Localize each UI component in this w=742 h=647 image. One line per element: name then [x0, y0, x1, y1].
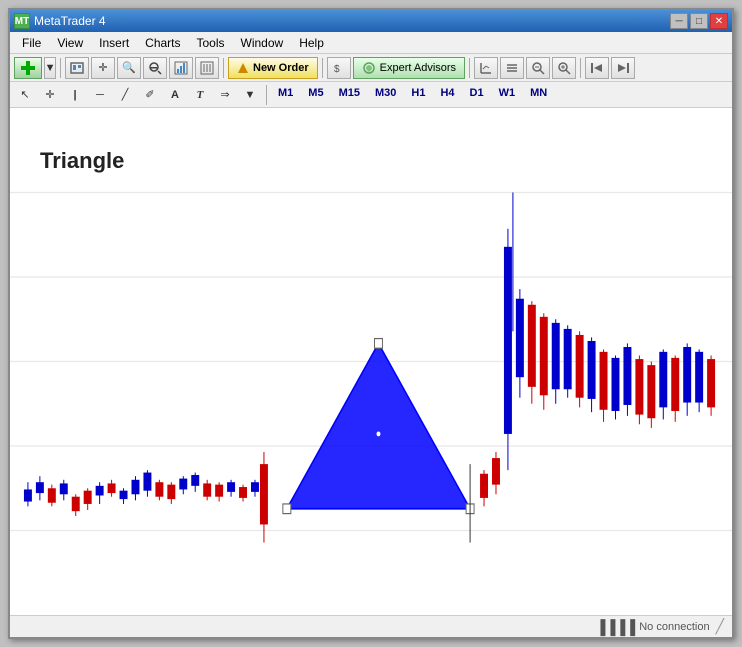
- menu-help[interactable]: Help: [291, 34, 332, 52]
- zoom-in-button[interactable]: 🔍: [117, 57, 141, 79]
- menu-tools[interactable]: Tools: [189, 34, 233, 52]
- close-button[interactable]: ✕: [710, 13, 728, 29]
- tf-m30[interactable]: M30: [369, 85, 402, 105]
- sep1: [60, 58, 61, 78]
- dropdown-tool[interactable]: ▼: [239, 85, 261, 105]
- connection-icon: ▐▐▐▐: [596, 619, 636, 635]
- profile-button[interactable]: [65, 57, 89, 79]
- sep4: [469, 58, 470, 78]
- toolbar-1: ▼ ✛ 🔍: [10, 54, 732, 82]
- cursor-tool[interactable]: ↖: [14, 85, 36, 105]
- tf-m5[interactable]: M5: [302, 85, 329, 105]
- new-order-button[interactable]: New Order: [228, 57, 318, 79]
- tf-m15[interactable]: M15: [333, 85, 366, 105]
- period-sep-button[interactable]: [195, 57, 219, 79]
- toolbar-2: ↖ ✛ | ─ ╱ ✐ A T ⇒ ▼ M1 M5 M15 M30 H1 H4 …: [10, 82, 732, 108]
- menu-view[interactable]: View: [49, 34, 91, 52]
- title-bar: MT MetaTrader 4 ─ □ ✕: [10, 10, 732, 32]
- scroll-right-button[interactable]: [611, 57, 635, 79]
- history-button[interactable]: [474, 57, 498, 79]
- minimize-button[interactable]: ─: [670, 13, 688, 29]
- new-chart-button[interactable]: [14, 57, 42, 79]
- tf-w1[interactable]: W1: [493, 85, 522, 105]
- tf-m1[interactable]: M1: [272, 85, 299, 105]
- handle-top[interactable]: [374, 339, 382, 349]
- connection-status: ▐▐▐▐ No connection: [596, 619, 710, 635]
- menu-file[interactable]: File: [14, 34, 49, 52]
- handle-bottom-left[interactable]: [283, 504, 291, 514]
- connection-text: No connection: [639, 621, 709, 633]
- triangle-polygon[interactable]: [287, 343, 470, 508]
- sep3: [322, 58, 323, 78]
- tf-mn[interactable]: MN: [524, 85, 553, 105]
- price-icon[interactable]: $: [327, 57, 351, 79]
- chart-container[interactable]: Triangle: [10, 108, 732, 615]
- horizontal-line-tool[interactable]: ─: [89, 85, 111, 105]
- svg-text:$: $: [334, 64, 340, 75]
- app-icon: MT: [14, 13, 30, 29]
- menu-charts[interactable]: Charts: [137, 34, 188, 52]
- resize-grip: ╱: [716, 618, 724, 635]
- expert-advisors-button[interactable]: Expert Advisors: [353, 57, 465, 79]
- chart-properties-button[interactable]: [169, 57, 193, 79]
- sep5: [580, 58, 581, 78]
- arrow-tool[interactable]: ⇒: [214, 85, 236, 105]
- menu-window[interactable]: Window: [233, 34, 292, 52]
- title-buttons: ─ □ ✕: [670, 13, 728, 29]
- text-label-tool[interactable]: T: [189, 85, 211, 105]
- tf-h1[interactable]: H1: [405, 85, 431, 105]
- crosshair-button[interactable]: ✛: [91, 57, 115, 79]
- tf-h4[interactable]: H4: [434, 85, 460, 105]
- zoom-reset-button[interactable]: [526, 57, 550, 79]
- sep2: [223, 58, 224, 78]
- text-tool[interactable]: A: [164, 85, 186, 105]
- trendline-tool[interactable]: ╱: [114, 85, 136, 105]
- scroll-left-button[interactable]: [585, 57, 609, 79]
- sep-tf: [266, 85, 267, 105]
- trade-button[interactable]: [500, 57, 524, 79]
- vertical-line-tool[interactable]: |: [64, 85, 86, 105]
- dropdown-arrow[interactable]: ▼: [44, 57, 56, 79]
- center-dot: [376, 432, 380, 437]
- window-title: MetaTrader 4: [34, 14, 106, 28]
- crosshair-tool[interactable]: ✛: [39, 85, 61, 105]
- menu-bar: File View Insert Charts Tools Window Hel…: [10, 32, 732, 54]
- status-bar: ▐▐▐▐ No connection ╱: [10, 615, 732, 637]
- zoom-plus-button[interactable]: [552, 57, 576, 79]
- main-window: MT MetaTrader 4 ─ □ ✕ File View Insert C…: [8, 8, 734, 639]
- maximize-button[interactable]: □: [690, 13, 708, 29]
- tf-d1[interactable]: D1: [464, 85, 490, 105]
- status-right: ▐▐▐▐ No connection ╱: [596, 618, 724, 635]
- title-bar-left: MT MetaTrader 4: [14, 13, 106, 29]
- chart-svg: [10, 108, 732, 615]
- zoom-out-button[interactable]: [143, 57, 167, 79]
- menu-insert[interactable]: Insert: [91, 34, 137, 52]
- draw-tool[interactable]: ✐: [139, 85, 161, 105]
